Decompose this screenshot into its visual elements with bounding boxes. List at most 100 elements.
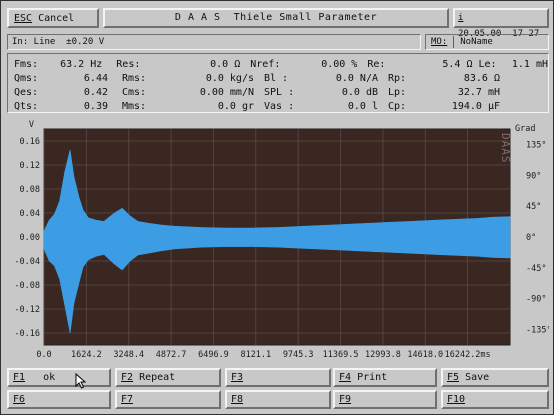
param-value: 0.0 l [347, 100, 378, 112]
right-tick-label: 0° [526, 233, 536, 243]
fkey-number: F1 [13, 372, 26, 383]
param-label: Bl : [264, 72, 289, 84]
param-value: 0.0 Ω [210, 58, 241, 70]
x-tick-label: 6496.9 [198, 350, 229, 360]
y-tick-label: 0.00 [20, 233, 40, 243]
param-label: Qts: [14, 100, 39, 112]
param-value: 32.7 mH [457, 86, 500, 98]
x-tick-label: 8121.1 [240, 350, 271, 360]
param-value: 5.4 Ω [442, 58, 473, 70]
fkey-label: ok [43, 372, 56, 383]
name-separator [453, 35, 455, 48]
f8-button[interactable]: F8 [225, 390, 331, 409]
param-value: 194.0 µF [451, 100, 500, 112]
title-text: D A A S Thiele Small Parameter [174, 12, 378, 23]
right-tick-label: 90° [526, 171, 541, 181]
input-range-text: In: Line ±0.20 V [12, 37, 105, 47]
y-axis-unit-label: V [29, 120, 34, 130]
param-value: 0.0 gr [217, 100, 254, 112]
window-title: D A A S Thiele Small Parameter [103, 8, 449, 28]
param-label: Rms: [122, 72, 147, 84]
param-label: Qms: [14, 72, 39, 84]
cancel-label: Cancel [38, 12, 75, 24]
param-value: 0.0 N/A [335, 72, 378, 84]
right-tick-label: -90° [526, 295, 546, 305]
fkey-label: Repeat [139, 372, 176, 383]
fkey-number: F3 [231, 372, 244, 383]
info-key-label: i [458, 13, 464, 23]
param-label: Re: [367, 58, 386, 70]
app-window: ESC Cancel D A A S Thiele Small Paramete… [0, 0, 554, 415]
param-value: 1.1 mH [511, 58, 548, 70]
right-tick-label: 45° [526, 202, 541, 212]
param-value: 83.6 Ω [463, 72, 500, 84]
param-label: Rp: [388, 72, 407, 84]
param-label: Lp: [388, 86, 407, 98]
x-tick-label: 0.0 [36, 350, 51, 360]
f4-print-button[interactable]: F4 Print [333, 368, 437, 387]
fkey-label: Save [465, 372, 490, 383]
right-tick-label: -45° [526, 264, 546, 274]
fkey-number: F8 [231, 394, 244, 405]
param-label: SPL : [264, 86, 295, 98]
param-label: Qes: [14, 86, 39, 98]
param-value: 0.39 [83, 100, 108, 112]
fkey-label: Print [357, 372, 388, 383]
x-tick-label: 9745.3 [283, 350, 314, 360]
name-label: MO: [431, 37, 448, 47]
fkey-number: F7 [121, 394, 134, 405]
fkey-number: F9 [339, 394, 352, 405]
f10-button[interactable]: F10 [441, 390, 549, 409]
f5-save-button[interactable]: F5 Save [441, 368, 549, 387]
right-tick-label: -135° [526, 326, 549, 336]
param-value: 0.0 kg/s [205, 72, 254, 84]
x-tick-label: 11369.5 [323, 350, 359, 360]
param-label: Nref: [250, 58, 281, 70]
param-label: Mms: [122, 100, 147, 112]
fkey-number: F10 [447, 394, 466, 405]
fkey-number: F5 [447, 372, 460, 383]
cancel-button[interactable]: ESC Cancel [7, 8, 99, 28]
param-value: 0.42 [83, 86, 108, 98]
f6-button[interactable]: F6 [7, 390, 111, 409]
fkey-number: F4 [339, 372, 352, 383]
info-datetime-button[interactable]: i 20.05.00 17 27 [453, 8, 549, 39]
input-range-display: In: Line ±0.20 V [7, 34, 421, 50]
measurement-name-field[interactable]: MO: NoName [425, 34, 549, 50]
param-label: Le: [478, 58, 497, 70]
y-tick-label: -0.04 [14, 257, 40, 267]
y-tick-label: 0.04 [20, 209, 40, 219]
y-tick-label: -0.08 [14, 281, 40, 291]
mouse-pointer-icon [75, 373, 87, 389]
param-row: Qes: 0.42 Cms: 0.00 mm/N SPL : 0.0 dB Lp… [14, 85, 548, 99]
x-tick-label: 1624.2 [71, 350, 102, 360]
f7-button[interactable]: F7 [115, 390, 221, 409]
param-row: Fms: 63.2 Hz Res: 0.0 Ω Nref: 0.00 % Re:… [14, 57, 548, 71]
param-label: Res: [116, 58, 141, 70]
x-tick-label: 16242.2ms [445, 350, 491, 360]
x-tick-label: 14618.0 [407, 350, 443, 360]
y-tick-label: 0.08 [20, 185, 40, 195]
y-tick-label: 0.16 [20, 137, 40, 147]
param-value: 0.00 mm/N [199, 86, 254, 98]
right-axis-unit-label: Grad [515, 124, 535, 134]
f2-repeat-button[interactable]: F2 Repeat [115, 368, 221, 387]
esc-key-label: ESC [14, 12, 33, 24]
parameters-panel: Fms: 63.2 Hz Res: 0.0 Ω Nref: 0.00 % Re:… [7, 53, 549, 113]
param-label: Vas : [264, 100, 295, 112]
param-value: 0.0 dB [341, 86, 378, 98]
y-tick-label: -0.16 [14, 329, 40, 339]
x-tick-label: 3248.4 [113, 350, 144, 360]
y-tick-label: 0.12 [20, 161, 40, 171]
daas-watermark: DAAS [499, 133, 512, 164]
param-value: 6.44 [83, 72, 108, 84]
f3-button[interactable]: F3 [225, 368, 331, 387]
chart-svg: V 0.16 0.12 0.08 0.04 0.00 -0.04 -0.08 -0.12 -0.1… [14, 120, 549, 360]
f1-ok-button[interactable]: F1 ok [7, 368, 111, 387]
signal-chart: V 0.16 0.12 0.08 0.04 0.00 -0.04 -0.08 -0.12 -0.1… [7, 117, 549, 361]
param-row: Qms: 6.44 Rms: 0.0 kg/s Bl : 0.0 N/A Rp:… [14, 71, 548, 85]
param-value: 63.2 Hz [60, 58, 103, 70]
param-label: Fms: [14, 58, 39, 70]
param-value: 0.00 % [321, 58, 358, 70]
f9-button[interactable]: F9 [333, 390, 437, 409]
